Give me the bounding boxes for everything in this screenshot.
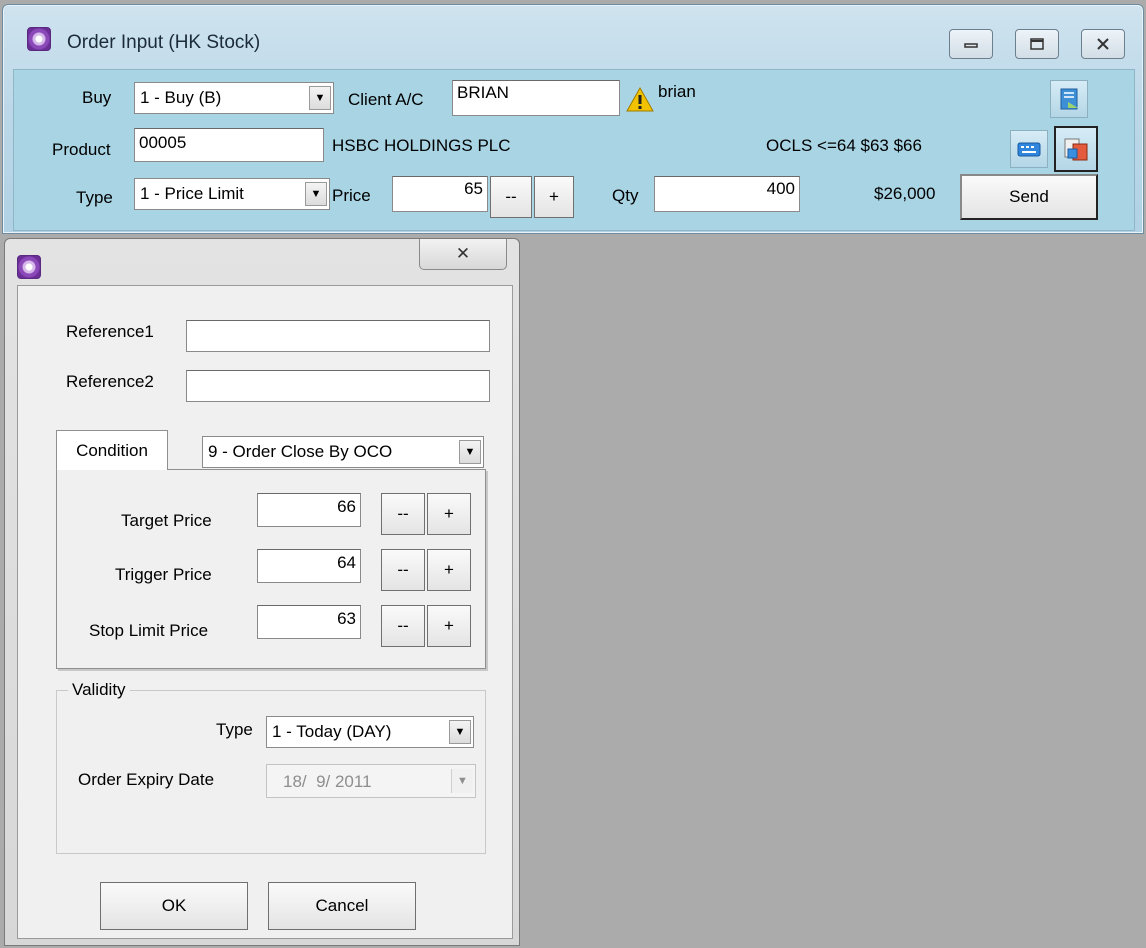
dialog-close-button[interactable]: ✕ — [419, 239, 507, 270]
type-label: Type — [76, 188, 113, 207]
expiry-date-label: Order Expiry Date — [78, 770, 215, 789]
side-select[interactable]: 1 - Buy (B) ▼ — [134, 82, 334, 114]
target-price-input[interactable]: 66 — [257, 493, 361, 527]
validity-label: Validity — [68, 680, 130, 700]
reference2-input[interactable] — [186, 370, 490, 402]
tools-icon — [1064, 138, 1088, 161]
condition-summary: OCLS <=64 $63 $66 — [766, 136, 922, 155]
stop-limit-price-input[interactable]: 63 — [257, 605, 361, 639]
price-increment-button[interactable]: + — [534, 176, 574, 218]
chevron-down-icon: ▼ — [451, 769, 473, 793]
minimize-button[interactable] — [949, 29, 993, 59]
maximize-button[interactable] — [1015, 29, 1059, 59]
expiry-date-picker: 18/ 9/ 2011 ▼ — [266, 764, 476, 798]
validity-type-value: 1 - Today (DAY) — [272, 722, 392, 741]
validity-type-label: Type — [216, 720, 253, 739]
warning-icon — [626, 86, 654, 112]
side-select-value: 1 - Buy (B) — [140, 88, 222, 107]
product-label: Product — [52, 140, 111, 159]
qty-label: Qty — [612, 186, 639, 205]
trigger-price-input[interactable]: 64 — [257, 549, 361, 583]
minimize-icon — [964, 43, 978, 48]
expiry-date-value: 18/ 9/ 2011 — [283, 772, 372, 791]
keyboard-icon — [1017, 142, 1041, 157]
stop-limit-price-increment[interactable]: + — [427, 605, 471, 647]
client-account-input[interactable]: BRIAN — [452, 80, 620, 116]
client-label: Client A/C — [348, 90, 424, 109]
chevron-down-icon[interactable]: ▼ — [309, 86, 331, 110]
order-tools-button[interactable] — [1054, 126, 1098, 172]
order-input-window: Order Input (HK Stock) Buy 1 - Buy (B) ▼… — [2, 4, 1144, 234]
target-price-increment[interactable]: + — [427, 493, 471, 535]
target-price-decrement[interactable]: -- — [381, 493, 425, 535]
order-entry-panel: Buy 1 - Buy (B) ▼ Client A/C BRIAN brian… — [13, 69, 1135, 231]
price-input[interactable]: 65 — [392, 176, 488, 212]
dialog-content: Reference1 Reference2 Condition 9 - Orde… — [17, 285, 513, 939]
order-type-select[interactable]: 1 - Price Limit ▼ — [134, 178, 330, 210]
stop-limit-price-decrement[interactable]: -- — [381, 605, 425, 647]
condition-select-value: 9 - Order Close By OCO — [208, 442, 393, 461]
tab-condition[interactable]: Condition — [56, 430, 168, 470]
order-amount: $26,000 — [874, 184, 936, 203]
side-label: Buy — [82, 88, 112, 107]
condition-select[interactable]: 9 - Order Close By OCO ▼ — [202, 436, 484, 468]
chevron-down-icon[interactable]: ▼ — [449, 720, 471, 744]
chevron-down-icon[interactable]: ▼ — [305, 182, 327, 206]
window-title: Order Input (HK Stock) — [67, 32, 261, 53]
quantity-input[interactable]: 400 — [654, 176, 800, 212]
document-icon — [1060, 88, 1078, 110]
close-icon: ✕ — [455, 244, 471, 263]
trigger-price-label: Trigger Price — [115, 565, 212, 584]
ok-button[interactable]: OK — [100, 882, 248, 930]
cancel-button[interactable]: Cancel — [268, 882, 416, 930]
validity-type-select[interactable]: 1 - Today (DAY) ▼ — [266, 716, 474, 748]
close-button[interactable] — [1081, 29, 1125, 59]
close-icon — [1097, 38, 1109, 50]
condition-panel: Target Price 66 -- + Trigger Price 64 --… — [56, 469, 486, 669]
document-button[interactable] — [1050, 80, 1088, 118]
reference1-label: Reference1 — [66, 322, 154, 341]
price-label: Price — [332, 186, 371, 205]
reference2-label: Reference2 — [66, 372, 154, 391]
target-price-label: Target Price — [121, 511, 212, 530]
order-condition-dialog: ✕ Reference1 Reference2 Condition 9 - Or… — [4, 238, 520, 946]
product-input[interactable]: 00005 — [134, 128, 324, 162]
price-decrement-button[interactable]: -- — [490, 176, 532, 218]
order-type-value: 1 - Price Limit — [140, 184, 244, 203]
app-icon — [17, 255, 41, 279]
stop-limit-price-label: Stop Limit Price — [89, 621, 209, 640]
chevron-down-icon[interactable]: ▼ — [459, 440, 481, 464]
product-name: HSBC HOLDINGS PLC — [332, 136, 511, 155]
send-button[interactable]: Send — [960, 174, 1098, 220]
maximize-icon — [1030, 38, 1044, 50]
client-name: brian — [658, 82, 696, 101]
reference1-input[interactable] — [186, 320, 490, 352]
keyboard-button[interactable] — [1010, 130, 1048, 168]
trigger-price-decrement[interactable]: -- — [381, 549, 425, 591]
trigger-price-increment[interactable]: + — [427, 549, 471, 591]
app-icon — [27, 27, 51, 51]
